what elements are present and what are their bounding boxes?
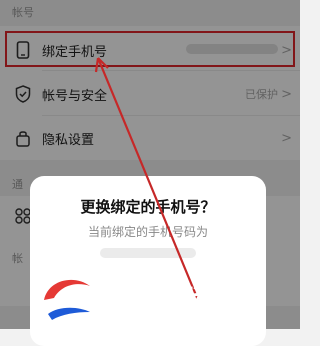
watermark-text: 亨运游戏网: [94, 286, 229, 317]
